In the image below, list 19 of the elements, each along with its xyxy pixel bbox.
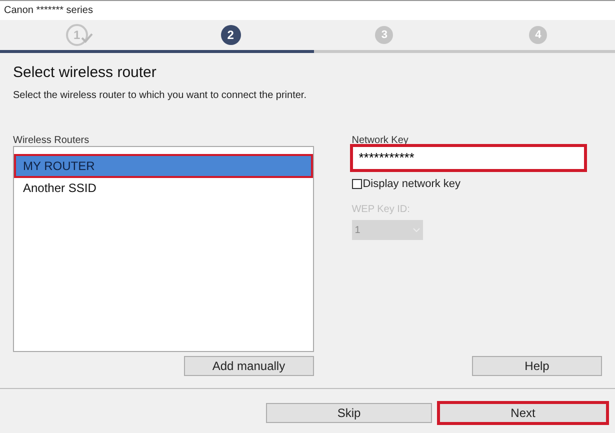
step-number: 3 xyxy=(375,26,394,44)
dialog-button[interactable]: Skip xyxy=(266,402,432,422)
step-number: 4 xyxy=(529,26,548,44)
check-icon xyxy=(80,33,93,43)
checkbox-label: Display network key xyxy=(362,176,461,192)
router-item[interactable]: MY ROUTER xyxy=(15,154,312,176)
list-label: Wireless Routers xyxy=(13,134,90,146)
router-item[interactable]: Another SSID xyxy=(15,176,312,198)
dialog-button[interactable]: Next xyxy=(439,402,607,422)
dialog-button[interactable]: Add manually xyxy=(184,356,314,376)
page-description: Select the wireless router to which you want to connect the printer. xyxy=(13,88,308,102)
network-key-field[interactable]: *********** xyxy=(352,146,585,170)
step-number: 1 xyxy=(66,24,88,46)
step-number: 2 xyxy=(220,25,241,45)
field-label: Network Key xyxy=(352,134,410,146)
window-title: Canon ******* series xyxy=(4,4,93,18)
dialog-button[interactable]: Help xyxy=(472,356,602,376)
checkbox[interactable] xyxy=(352,178,362,189)
page-heading: Select wireless router xyxy=(13,63,158,83)
